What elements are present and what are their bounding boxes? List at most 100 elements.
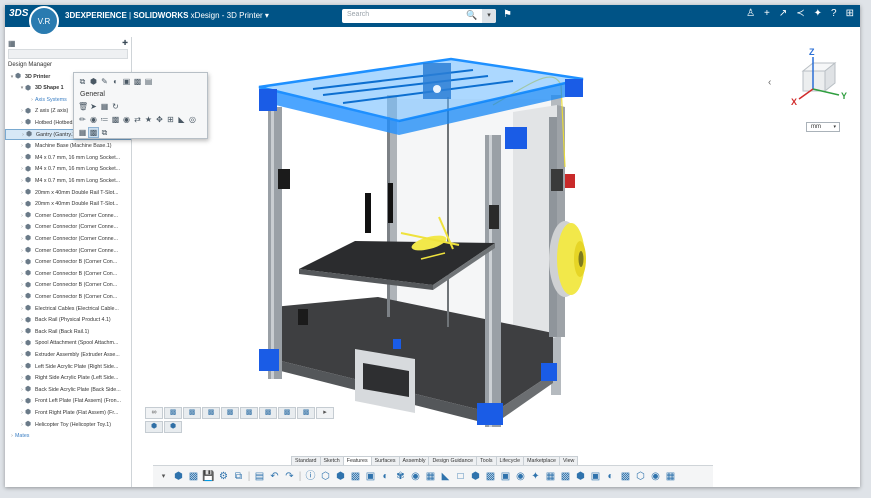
pattern-icon[interactable]: ▩ [111, 115, 120, 124]
refresh-icon[interactable]: ↻ [111, 102, 120, 111]
tree-item[interactable]: › ⬢ M4 x 0.7 mm, 16 mm Long Socket... [5, 152, 131, 163]
tree-item[interactable]: › ⬢ Machine Base (Machine Base.1) [5, 141, 131, 152]
isolate-icon[interactable]: ▦ [100, 102, 109, 111]
view-triad[interactable]: Z X Y [791, 47, 847, 107]
feature-6-icon[interactable]: ✾ [394, 470, 407, 483]
view-right-icon[interactable]: ▩ [221, 407, 239, 419]
tree-item[interactable]: › ⬢ Helicopter Toy (Helicopter Toy.1) [5, 419, 131, 430]
tree-item[interactable]: › ⬢ Corner Connector (Corner Conne... [5, 245, 131, 256]
link-icon[interactable]: ∞ [145, 407, 163, 419]
tree-item[interactable]: › ⬢ Right Side Acrylic Plate (Left Side... [5, 373, 131, 384]
3d-viewport[interactable]: Z X Y ‹ mm ▾ [133, 37, 860, 455]
feature-16-icon[interactable]: ▦ [544, 470, 557, 483]
expand-toolbar-icon[interactable]: ▾ [157, 470, 170, 483]
network-icon[interactable]: ≺ [796, 8, 804, 19]
tree-item[interactable]: › ⬢ Corner Connector (Corner Conne... [5, 233, 131, 244]
feature-17-icon[interactable]: ▩ [559, 470, 572, 483]
feature-22-icon[interactable]: ⬡ [634, 470, 647, 483]
collapse-panel-arrow[interactable]: ‹ [768, 77, 771, 88]
tab-sketch[interactable]: Sketch [319, 456, 344, 465]
copy-doc-icon[interactable]: ⧉ [232, 470, 245, 483]
zoom-icon[interactable]: ◎ [188, 115, 197, 124]
feature-18-icon[interactable]: ⬢ [574, 470, 587, 483]
open-component-icon[interactable]: ▩ [88, 127, 99, 138]
tree-item[interactable]: › Mates [5, 431, 131, 442]
mate-icon[interactable]: ≔ [100, 115, 109, 124]
display-edges-icon[interactable]: ⬢ [164, 421, 182, 433]
part-icon[interactable]: ⬢ [89, 77, 98, 86]
tree-item[interactable]: › ⬢ Corner Connector B (Corner Con... [5, 268, 131, 279]
assembly-icon[interactable]: ⬢ [172, 470, 185, 483]
view-back-icon[interactable]: ▩ [183, 407, 201, 419]
feature-3-icon[interactable]: ▩ [349, 470, 362, 483]
tree-view-icon[interactable]: ▦ [8, 39, 16, 48]
view-bottom-icon[interactable]: ▩ [259, 407, 277, 419]
part-new-icon[interactable]: ▩ [187, 470, 200, 483]
feature-14-icon[interactable]: ◉ [514, 470, 527, 483]
feature-10-icon[interactable]: □ [454, 470, 467, 483]
feature-13-icon[interactable]: ▣ [499, 470, 512, 483]
feature-7-icon[interactable]: ◉ [409, 470, 422, 483]
tree-item[interactable]: › ⬢ Front Right Plate (Flat Assem) (Fr... [5, 407, 131, 418]
tree-item[interactable]: › ⬢ Corner Connector (Corner Conne... [5, 222, 131, 233]
help-tool-icon[interactable]: ⓘ [304, 470, 317, 483]
tree-item[interactable]: › ⬢ Corner Connector B (Corner Con... [5, 291, 131, 302]
feature-8-icon[interactable]: ▦ [424, 470, 437, 483]
compass-small-icon[interactable]: ⊞ [846, 8, 854, 19]
tag-icon[interactable]: ⚑ [503, 9, 512, 20]
feature-9-icon[interactable]: ◣ [439, 470, 452, 483]
tree-item[interactable]: › ⬢ M4 x 0.7 mm, 16 mm Long Socket... [5, 164, 131, 175]
select-icon[interactable]: ➤ [89, 102, 98, 111]
tab-marketplace[interactable]: Marketplace [523, 456, 560, 465]
feature-15-icon[interactable]: ✦ [529, 470, 542, 483]
screen-capture-icon[interactable]: ▤ [253, 470, 266, 483]
tree-item[interactable]: › ⬢ 20mm x 40mm Double Rail T-Slot... [5, 187, 131, 198]
search-icon[interactable]: 🔍 [466, 10, 477, 21]
tree-item[interactable]: › ⬢ Back Rail (Physical Product 4.1) [5, 315, 131, 326]
tree-item[interactable]: › ⬢ Extruder Assembly (Extruder Asse... [5, 349, 131, 360]
fix-icon[interactable]: ◉ [122, 115, 131, 124]
redo-icon[interactable]: ↷ [283, 470, 296, 483]
user-icon[interactable]: ♙ [746, 8, 755, 19]
feature-24-icon[interactable]: ▦ [664, 470, 677, 483]
save-icon[interactable]: 💾 [202, 470, 215, 483]
compass-button[interactable]: V.R [29, 6, 59, 36]
view-iso-icon[interactable]: ▩ [278, 407, 296, 419]
tab-assembly[interactable]: Assembly [398, 456, 430, 465]
tree-item[interactable]: › ⬢ Corner Connector (Corner Conne... [5, 210, 131, 221]
feature-12-icon[interactable]: ▩ [484, 470, 497, 483]
feature-21-icon[interactable]: ▩ [619, 470, 632, 483]
share-icon[interactable]: ↗ [779, 8, 787, 19]
view-left-icon[interactable]: ▩ [202, 407, 220, 419]
pin-icon[interactable]: ✚ [122, 39, 128, 47]
view-normal-icon[interactable]: ▩ [297, 407, 315, 419]
tree-item[interactable]: › ⬢ Spool Attachment (Spool Attachm... [5, 338, 131, 349]
tree-item[interactable]: › ⬢ Corner Connector B (Corner Con... [5, 257, 131, 268]
feature-23-icon[interactable]: ◉ [649, 470, 662, 483]
tree-item[interactable]: › ⬢ Corner Connector B (Corner Con... [5, 280, 131, 291]
tree-item[interactable]: › ⬢ 20mm x 40mm Double Rail T-Slot... [5, 199, 131, 210]
feature-5-icon[interactable]: ◐ [379, 470, 392, 483]
section-icon[interactable]: ◣ [177, 115, 186, 124]
edit-icon[interactable]: ✎ [100, 77, 109, 86]
appearance-icon[interactable]: ◉ [89, 115, 98, 124]
tree-item[interactable]: › ⬢ M4 x 0.7 mm, 16 mm Long Socket... [5, 175, 131, 186]
hide-icon[interactable]: ◐ [111, 77, 120, 86]
feature-4-icon[interactable]: ▣ [364, 470, 377, 483]
settings-icon[interactable]: ⚙ [217, 470, 230, 483]
feature-19-icon[interactable]: ▣ [589, 470, 602, 483]
tab-features[interactable]: Features [342, 456, 372, 465]
tree-item[interactable]: › ⬢ Left Side Acrylic Plate (Right Side... [5, 361, 131, 372]
view-more-icon[interactable]: ▸ [316, 407, 334, 419]
help-icon[interactable]: ? [831, 8, 837, 19]
chevron-down-icon[interactable]: ▾ [265, 11, 269, 20]
tree-item[interactable]: › ⬢ Electrical Cables (Electrical Cable... [5, 303, 131, 314]
duplicate-icon[interactable]: ⧉ [100, 128, 109, 137]
feature-2-icon[interactable]: ⬢ [334, 470, 347, 483]
delete-icon[interactable]: 🗑 [78, 102, 88, 111]
view-front-icon[interactable]: ▩ [164, 407, 182, 419]
units-dropdown[interactable]: mm ▾ [806, 122, 840, 132]
tab-surfaces[interactable]: Surfaces [370, 456, 400, 465]
apps-icon[interactable]: ✦ [814, 8, 822, 19]
tree-item[interactable]: › ⬢ Front Left Plate (Flat Assem) (Fron... [5, 396, 131, 407]
